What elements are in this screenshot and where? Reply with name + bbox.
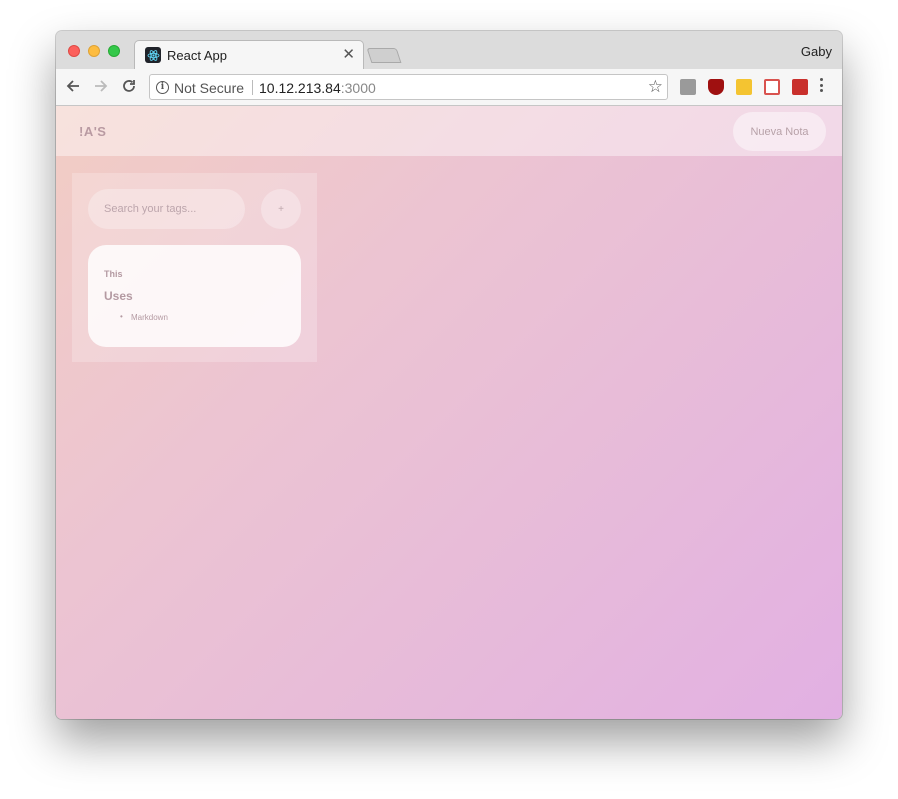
extension-gallery-icon[interactable]	[680, 79, 696, 95]
url-text[interactable]: 10.12.213.84:3000	[259, 80, 376, 96]
tab-title: React App	[167, 48, 227, 63]
star-icon[interactable]: ☆	[648, 77, 663, 97]
app-logo[interactable]: !A'S	[79, 124, 106, 139]
reload-icon[interactable]	[118, 75, 140, 97]
new-tab-button[interactable]	[366, 48, 402, 63]
info-icon[interactable]: i	[156, 81, 169, 94]
ublock-icon[interactable]	[708, 79, 724, 95]
back-icon[interactable]	[62, 75, 84, 97]
address-bar[interactable]: i Not Secure 10.12.213.84:3000 ☆	[149, 74, 668, 100]
app-header: !A'S Nueva Nota	[56, 106, 842, 156]
close-window-button[interactable]	[68, 45, 80, 57]
browser-toolbar: i Not Secure 10.12.213.84:3000 ☆	[56, 69, 842, 106]
extension-red-icon[interactable]	[792, 79, 808, 95]
note-list-item: Markdown	[120, 312, 168, 322]
password-manager-icon[interactable]	[736, 79, 752, 95]
address-separator	[252, 80, 253, 95]
search-tags-input[interactable]	[88, 189, 245, 229]
add-tag-button[interactable]: +	[261, 189, 301, 229]
notes-panel: + This Uses Markdown	[72, 173, 317, 362]
page-viewport: !A'S Nueva Nota + This Uses Markdown	[56, 106, 842, 719]
menu-icon[interactable]	[820, 78, 824, 95]
note-heading: Uses	[104, 289, 133, 303]
maximize-window-button[interactable]	[108, 45, 120, 57]
security-label[interactable]: Not Secure	[174, 80, 244, 96]
tab-close-icon[interactable]: ✕	[342, 46, 355, 64]
forward-icon[interactable]	[90, 75, 112, 97]
title-bar: React App ✕ Gaby	[56, 31, 842, 70]
extension-cross-icon[interactable]	[764, 79, 780, 95]
minimize-window-button[interactable]	[88, 45, 100, 57]
browser-window: React App ✕ Gaby i Not Secure 10.12.213.…	[56, 31, 842, 719]
note-heading-small: This	[104, 269, 123, 279]
tab-react-app[interactable]: React App ✕	[134, 40, 364, 70]
profile-name[interactable]: Gaby	[801, 44, 832, 59]
note-card[interactable]: This Uses Markdown	[88, 245, 301, 347]
url-host: 10.12.213.84	[259, 80, 341, 96]
react-icon	[145, 47, 161, 63]
url-port: :3000	[340, 80, 376, 96]
new-note-button[interactable]: Nueva Nota	[733, 112, 826, 151]
